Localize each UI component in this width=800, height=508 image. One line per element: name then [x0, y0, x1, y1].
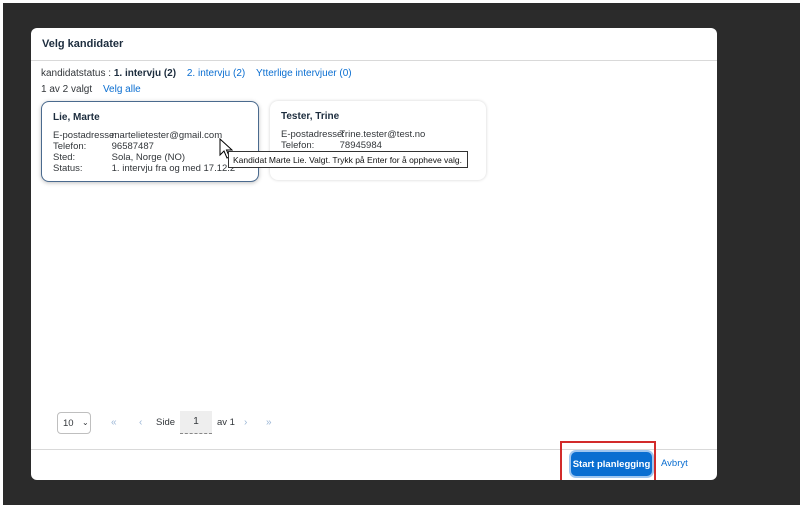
page-count-label: av 1 [217, 417, 235, 428]
previous-page-icon[interactable]: ‹ [139, 417, 142, 428]
page-label: Side [156, 417, 176, 428]
tab-first-interview[interactable]: 1. intervju (2) [114, 68, 176, 79]
candidate-place-row: Sted: Sola, Norge (NO) [53, 152, 185, 163]
email-label: E-postadresse: [53, 130, 117, 141]
candidate-name: Lie, Marte [53, 112, 100, 123]
tab-further-interviews[interactable]: Ytterlige intervjuer (0) [256, 68, 352, 79]
first-page-icon[interactable]: « [111, 417, 117, 428]
select-candidates-dialog: Velg kandidater kandidatstatus : 1. inte… [31, 28, 717, 480]
start-planning-button[interactable]: Start planlegging [571, 452, 652, 476]
tab-second-interview[interactable]: 2. intervju (2) [187, 68, 245, 79]
email-label: E-postadresse: [281, 129, 345, 140]
cancel-button[interactable]: Avbryt [661, 458, 688, 469]
candidate-email-row: E-postadresse: martelietester@gmail.com [53, 130, 222, 141]
candidate-name: Tester, Trine [281, 111, 340, 122]
status-label: kandidatstatus : [41, 68, 112, 79]
candidate-phone-row: Telefon: 96587487 [53, 141, 154, 152]
last-page-icon[interactable]: » [266, 417, 272, 428]
candidate-email: martelietester@gmail.com [111, 130, 223, 141]
page-size-select[interactable]: 10 ⌄ [57, 412, 91, 434]
candidate-status-row: Status: 1. intervju fra og med 17.12.2 [53, 163, 235, 174]
candidate-place: Sola, Norge (NO) [111, 152, 186, 163]
status-label: Status: [53, 163, 83, 174]
next-page-icon[interactable]: › [244, 417, 247, 428]
candidate-tooltip: Kandidat Marte Lie. Valgt. Trykk på Ente… [228, 151, 468, 168]
page-number-input[interactable]: 1 [180, 411, 212, 434]
place-label: Sted: [53, 152, 76, 163]
dialog-header: Velg kandidater [31, 28, 717, 61]
candidate-phone: 78945984 [339, 140, 382, 151]
candidate-phone: 96587487 [111, 141, 154, 152]
candidate-status: 1. intervju fra og med 17.12.2 [111, 163, 236, 174]
page-size-value: 10 [63, 418, 74, 429]
candidate-phone-row: Telefon: 78945984 [281, 140, 382, 151]
phone-label: Telefon: [281, 140, 315, 151]
phone-label: Telefon: [53, 141, 87, 152]
chevron-down-icon: ⌄ [82, 418, 89, 427]
dialog-title: Velg kandidater [42, 38, 124, 50]
selection-count: 1 av 2 valgt [41, 84, 93, 95]
candidate-email: Trine.tester@test.no [339, 129, 426, 140]
select-all-link[interactable]: Velg alle [103, 84, 141, 95]
selection-row: 1 av 2 valgt Velg alle [41, 84, 141, 95]
status-filter-row: kandidatstatus : 1. intervju (2) 2. inte… [41, 68, 352, 79]
candidate-email-row: E-postadresse: Trine.tester@test.no [281, 129, 425, 140]
